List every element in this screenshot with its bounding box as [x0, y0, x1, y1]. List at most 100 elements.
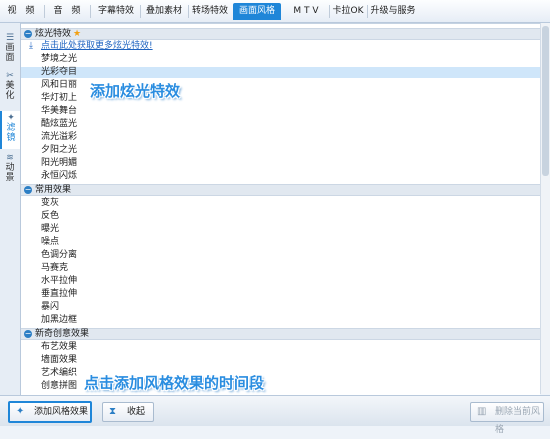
- tab-subtitle-effects[interactable]: 字幕特效: [94, 3, 138, 20]
- group-header-glow[interactable]: − 炫光特效 ★: [21, 28, 540, 40]
- tab-audio[interactable]: 音 频: [50, 3, 84, 20]
- group-header-common[interactable]: − 常用效果: [21, 184, 540, 196]
- list-item-label: 风和日丽: [41, 80, 78, 90]
- scrollbar-thumb[interactable]: [542, 26, 549, 176]
- list-item[interactable]: 梦境之光: [21, 54, 540, 65]
- list-item[interactable]: 墙面效果: [21, 355, 540, 366]
- list-item-label: 夕阳之光: [41, 145, 78, 155]
- add-style-effect-button[interactable]: ✦ 添加风格效果: [8, 401, 92, 423]
- collapse-icon[interactable]: −: [24, 30, 32, 38]
- list-item-label: 反色: [41, 211, 60, 221]
- list-item-label: 华美舞台: [41, 106, 78, 116]
- group-title: 炫光特效 ★: [35, 29, 82, 39]
- list-item[interactable]: 永恒闪烁: [21, 171, 540, 182]
- sidebar-tab-label: 动: [5, 163, 15, 173]
- tab-separator: [140, 5, 141, 18]
- top-tab-bar: 视 频 音 频 字幕特效 叠加素材 转场特效 画面风格 M T V 卡拉OK 升…: [0, 0, 550, 23]
- list-item[interactable]: 水平拉伸: [21, 276, 540, 287]
- list-item[interactable]: 变灰: [21, 198, 540, 209]
- group-header-creative[interactable]: − 新奇创意效果: [21, 328, 540, 340]
- tab-video[interactable]: 视 频: [4, 3, 38, 20]
- list-item[interactable]: 加黑边框: [21, 315, 540, 326]
- list-item[interactable]: 暴闪: [21, 302, 540, 313]
- collapse-button[interactable]: ⧗ 收起: [102, 402, 154, 422]
- sidebar-tab-motion[interactable]: ≋ 动 景: [0, 153, 20, 185]
- list-item-label: 加黑边框: [41, 315, 78, 325]
- list-item-label: 噪点: [41, 237, 60, 247]
- collapse-icon[interactable]: −: [24, 186, 32, 194]
- list-item[interactable]: 垂直拉伸: [21, 289, 540, 300]
- list-item[interactable]: 流光溢彩: [21, 132, 540, 143]
- list-item[interactable]: 阳光明媚: [21, 158, 540, 169]
- effect-list: − 炫光特效 ★ ⤓ 点击此处获取更多炫光特效! 梦境之光 光彩夺目 风和日丽 华…: [21, 23, 540, 395]
- list-item[interactable]: 曝光: [21, 224, 540, 235]
- annotation-click-add: 点击添加风格效果的时间段: [84, 374, 265, 392]
- sidebar-tab-label: 镜: [6, 133, 16, 143]
- list-item-label: 酷炫蓝光: [41, 119, 78, 129]
- add-style-effect-label: 添加风格效果: [34, 407, 89, 417]
- list-item[interactable]: 马赛克: [21, 263, 540, 274]
- magic-wand-icon: ✦: [7, 113, 15, 123]
- sidebar-tab-label: 面: [5, 53, 15, 63]
- tools-icon: ✂: [6, 71, 14, 81]
- sidebar-tab-label: 画: [5, 43, 15, 53]
- list-item-label: 变灰: [41, 198, 60, 208]
- list-item-label: 水平拉伸: [41, 276, 78, 286]
- tab-upgrade-services[interactable]: 升级与服务: [368, 3, 418, 20]
- list-item-label: 墙面效果: [41, 355, 78, 365]
- more-effects-link[interactable]: ⤓ 点击此处获取更多炫光特效!: [21, 41, 540, 52]
- sidebar-tab-label: 美: [5, 81, 15, 91]
- list-item-label: 梦境之光: [41, 54, 78, 64]
- star-icon: ★: [73, 29, 82, 39]
- sidebar-tab-label: 化: [5, 91, 15, 101]
- list-item-label: 垂直拉伸: [41, 289, 78, 299]
- list-item-label: 华灯初上: [41, 93, 78, 103]
- wave-icon: ≋: [6, 153, 14, 163]
- list-item[interactable]: 布艺效果: [21, 342, 540, 353]
- list-item[interactable]: 反色: [21, 211, 540, 222]
- tab-transition-effects[interactable]: 转场特效: [188, 3, 232, 20]
- list-item-label: 阳光明媚: [41, 158, 78, 168]
- download-icon: ⤓: [29, 41, 33, 51]
- list-item-label: 艺术编织: [41, 368, 78, 378]
- list-item[interactable]: 酷炫蓝光: [21, 119, 540, 130]
- hourglass-icon: ⧗: [109, 406, 117, 417]
- list-item-label: 光彩夺目: [41, 67, 78, 77]
- group-title: 新奇创意效果: [35, 329, 90, 339]
- delete-current-style-label: 删除当前风格: [495, 407, 541, 435]
- sidebar-tab-beautify[interactable]: ✂ 美 化: [0, 71, 20, 103]
- magic-wand-plus-icon: ✦: [16, 406, 25, 417]
- list-item-label: 布艺效果: [41, 342, 78, 352]
- scrollbar[interactable]: [540, 23, 550, 394]
- list-item-label: 永恒闪烁: [41, 171, 78, 181]
- collapse-label: 收起: [127, 407, 146, 417]
- group-title: 常用效果: [35, 185, 72, 195]
- sidebar-tab-label: 滤: [6, 123, 16, 133]
- sidebar-tab-label: 景: [5, 173, 15, 183]
- sidebar-tab-filter[interactable]: ✦ 滤 镜: [0, 111, 20, 149]
- filter-list-icon: ☰: [5, 33, 15, 43]
- tab-karaoke[interactable]: 卡拉OK: [330, 3, 366, 20]
- more-effects-link-text[interactable]: 点击此处获取更多炫光特效!: [41, 41, 153, 52]
- tab-separator: [44, 5, 45, 18]
- list-item[interactable]: 色调分离: [21, 250, 540, 261]
- list-item-label: 创意拼图: [41, 381, 78, 391]
- annotation-add-glow: 添加炫光特效: [90, 82, 181, 100]
- tab-separator: [90, 5, 91, 18]
- list-item-label: 暴闪: [41, 302, 60, 312]
- list-item[interactable]: 夕阳之光: [21, 145, 540, 156]
- list-item[interactable]: 华美舞台: [21, 106, 540, 117]
- collapse-icon[interactable]: −: [24, 330, 32, 338]
- tab-overlay-materials[interactable]: 叠加素材: [142, 3, 186, 20]
- list-item-selected[interactable]: 光彩夺目: [21, 67, 540, 78]
- list-item[interactable]: 噪点: [21, 237, 540, 248]
- sidebar-tab-picture[interactable]: ☰ 画 面: [0, 33, 20, 65]
- delete-current-style-button[interactable]: ▥ 删除当前风格: [470, 402, 544, 435]
- bottom-toolbar: ✦ 添加风格效果 ⧗ 收起 ▥ 删除当前风格: [0, 395, 550, 435]
- tab-mtv[interactable]: M T V: [284, 3, 328, 20]
- category-sidebar: ☰ 画 面 ✂ 美 化 ✦ 滤 镜 ≋ 动 景: [0, 23, 21, 395]
- list-item-label: 曝光: [41, 224, 60, 234]
- list-item-label: 马赛克: [41, 263, 69, 273]
- tab-picture-style[interactable]: 画面风格: [233, 3, 281, 20]
- trash-icon: ▥: [477, 406, 487, 417]
